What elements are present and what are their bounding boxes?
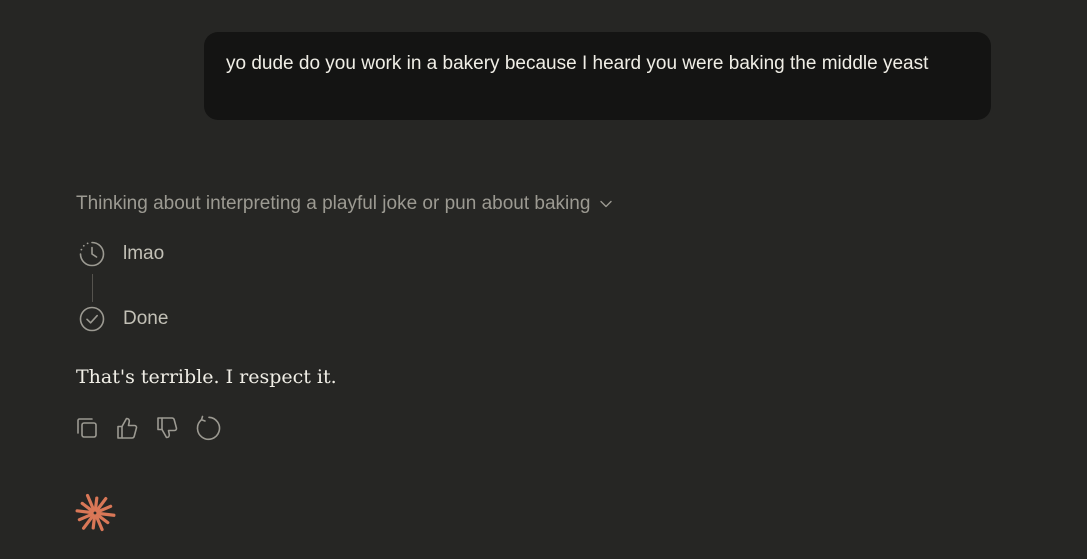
- step-label: lmao: [123, 243, 165, 264]
- thumbs-up-icon[interactable]: [113, 414, 141, 442]
- user-message-bubble: yo dude do you work in a bakery because …: [204, 32, 991, 120]
- message-actions: [73, 414, 221, 442]
- retry-icon[interactable]: [193, 414, 221, 442]
- claude-spark-icon: [74, 492, 116, 534]
- assistant-message: That's terrible. I respect it.: [76, 363, 337, 391]
- thinking-step: lmao: [78, 240, 164, 268]
- thinking-summary: Thinking about interpreting a playful jo…: [76, 193, 591, 214]
- user-message-text: yo dude do you work in a bakery because …: [226, 53, 929, 74]
- chevron-down-icon: [599, 197, 613, 211]
- assistant-message-text: That's terrible. I respect it.: [76, 366, 337, 388]
- step-connector: [92, 274, 93, 302]
- thinking-step: Done: [78, 305, 168, 333]
- step-label: Done: [123, 308, 169, 329]
- copy-icon[interactable]: [73, 414, 101, 442]
- check-circle-icon: [78, 305, 106, 333]
- thinking-toggle[interactable]: Thinking about interpreting a playful jo…: [76, 190, 613, 218]
- clock-icon: [78, 240, 106, 268]
- thumbs-down-icon[interactable]: [153, 414, 181, 442]
